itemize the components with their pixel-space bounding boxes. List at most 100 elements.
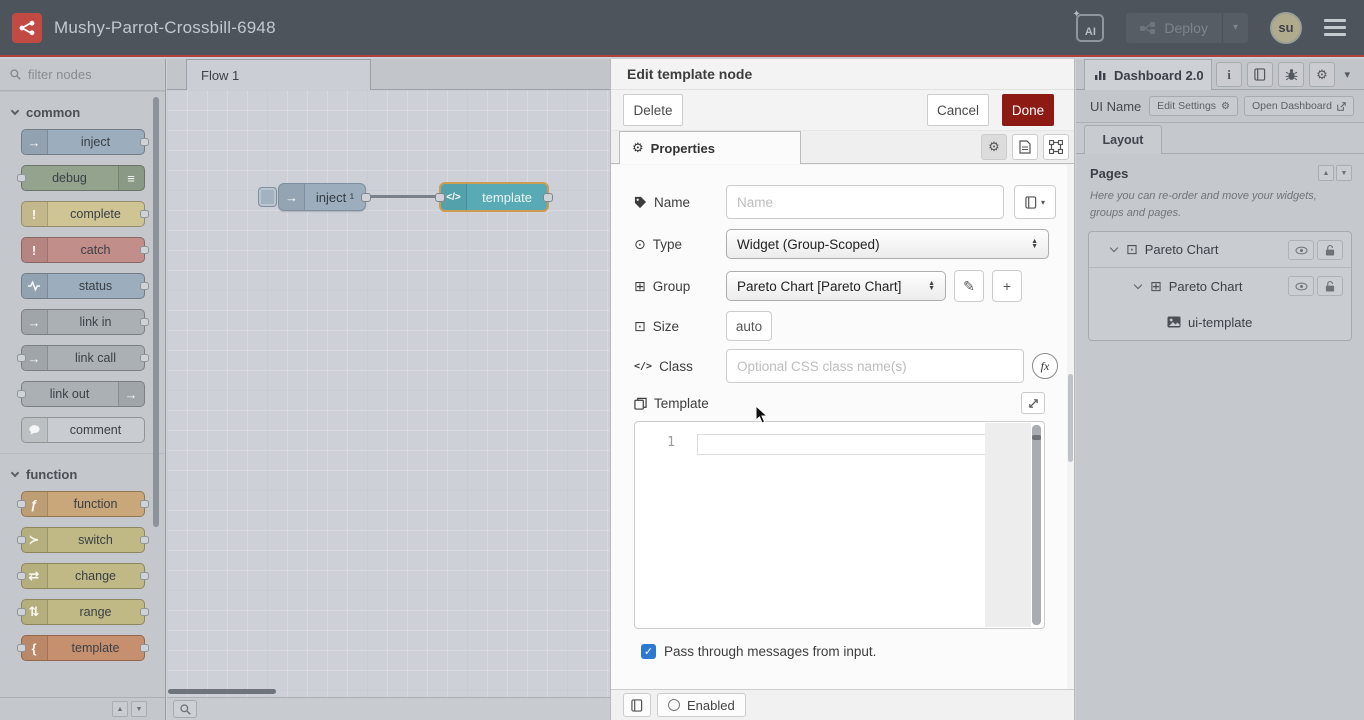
- search-icon: [10, 69, 21, 80]
- help-tab-button[interactable]: [1247, 62, 1273, 87]
- sparkle-icon: ✦: [1072, 9, 1080, 20]
- editor-active-line[interactable]: [697, 434, 995, 455]
- wire-inject-to-template[interactable]: [367, 195, 439, 198]
- flow-canvas[interactable]: → inject ¹ </> template: [167, 90, 610, 697]
- size-label: ⊡ Size: [634, 318, 726, 335]
- input-port[interactable]: [435, 193, 445, 202]
- palette-node-change[interactable]: ⇄ change: [21, 563, 145, 589]
- flow-workspace: Flow 1 → inject ¹ </> template: [167, 59, 610, 720]
- output-port[interactable]: [361, 193, 371, 202]
- collapse-all-button[interactable]: ▲: [1318, 165, 1334, 181]
- table-icon: ⊞: [634, 278, 646, 295]
- flow-tab-bar: Flow 1: [167, 59, 610, 90]
- dialog-scrollbar[interactable]: [1068, 374, 1073, 462]
- palette-expand-all-button[interactable]: ▼: [131, 701, 147, 717]
- palette-scrollbar[interactable]: [153, 97, 159, 527]
- deploy-button[interactable]: Deploy ▾: [1126, 13, 1248, 43]
- appearance-tab-button[interactable]: [1043, 134, 1069, 160]
- edit-group-button[interactable]: ✎: [954, 270, 984, 302]
- palette-node-function[interactable]: ƒ function: [21, 491, 145, 517]
- delete-button[interactable]: Delete: [623, 94, 683, 126]
- input-port: [17, 536, 26, 544]
- lock-button[interactable]: [1317, 276, 1343, 296]
- group-select[interactable]: Pareto Chart [Pareto Chart] ▲▼: [726, 271, 946, 301]
- deploy-options-caret[interactable]: ▾: [1222, 13, 1248, 43]
- app-header: Mushy-Parrot-Crossbill-6948 ✦ AI Deploy …: [0, 0, 1364, 57]
- tab-properties[interactable]: ⚙ Properties: [619, 131, 801, 164]
- output-port: [140, 210, 149, 218]
- palette-node-link-in[interactable]: → link in: [21, 309, 145, 335]
- description-tab-button[interactable]: [1012, 134, 1038, 160]
- output-port: [140, 282, 149, 290]
- book-icon: [631, 699, 643, 712]
- inject-icon: →: [279, 184, 305, 210]
- palette-node-inject[interactable]: → inject: [21, 129, 145, 155]
- palette-category-common[interactable]: common: [0, 91, 165, 129]
- expand-editor-button[interactable]: [1021, 392, 1045, 414]
- size-button[interactable]: auto: [726, 311, 772, 341]
- done-button[interactable]: Done: [1002, 94, 1054, 126]
- visibility-button[interactable]: [1288, 240, 1314, 260]
- env-var-button[interactable]: ▾: [1014, 185, 1056, 219]
- tree-row-widget-ui-template[interactable]: ui-template: [1089, 304, 1351, 340]
- output-port: [140, 318, 149, 326]
- main-menu-button[interactable]: [1324, 19, 1346, 36]
- config-tab-button[interactable]: ⚙: [1309, 62, 1335, 87]
- type-select[interactable]: Widget (Group-Scoped) ▲▼: [726, 229, 1049, 259]
- palette-node-status[interactable]: status: [21, 273, 145, 299]
- tab-layout[interactable]: Layout: [1084, 125, 1162, 154]
- info-tab-button[interactable]: i: [1216, 62, 1242, 87]
- inject-trigger-button[interactable]: [258, 187, 277, 207]
- pages-help-text: Here you can re-order and move your widg…: [1076, 185, 1364, 221]
- code-icon: </>: [634, 361, 652, 372]
- name-input[interactable]: [726, 185, 1004, 219]
- sidebar-options-caret[interactable]: ▾: [1344, 68, 1350, 81]
- cancel-button[interactable]: Cancel: [927, 94, 989, 126]
- dialog-tab-bar: ⚙ Properties ⚙: [611, 131, 1074, 164]
- palette-node-comment[interactable]: comment: [21, 417, 145, 443]
- edit-settings-button[interactable]: Edit Settings ⚙: [1149, 96, 1238, 116]
- palette-node-template[interactable]: { template: [21, 635, 145, 661]
- tab-dashboard-2[interactable]: Dashboard 2.0: [1084, 59, 1212, 90]
- output-port[interactable]: [543, 193, 553, 202]
- palette-node-debug[interactable]: ≡ debug: [21, 165, 145, 191]
- user-avatar[interactable]: su: [1270, 12, 1302, 44]
- tree-row-group-pareto-chart[interactable]: ⊞ Pareto Chart: [1089, 268, 1351, 304]
- flow-node-template-selected[interactable]: </> template: [439, 182, 549, 212]
- palette-node-range[interactable]: ⇅ range: [21, 599, 145, 625]
- info-icon: i: [1227, 67, 1231, 83]
- add-group-button[interactable]: +: [992, 270, 1022, 302]
- passthrough-checkbox[interactable]: ✓: [641, 644, 656, 659]
- node-help-button[interactable]: [623, 693, 651, 717]
- properties-tab-button[interactable]: ⚙: [981, 134, 1007, 160]
- image-icon: [1167, 316, 1181, 328]
- palette-node-link-out[interactable]: → link out: [21, 381, 145, 407]
- editor-line-number: 1: [635, 435, 675, 450]
- palette-node-catch[interactable]: ! catch: [21, 237, 145, 263]
- node-enabled-toggle[interactable]: Enabled: [657, 693, 746, 717]
- page-icon: ⊡: [1126, 241, 1138, 258]
- visibility-button[interactable]: [1288, 276, 1314, 296]
- ai-assistant-button[interactable]: ✦ AI: [1076, 14, 1104, 42]
- debug-tab-button[interactable]: [1278, 62, 1304, 87]
- class-input[interactable]: [726, 349, 1024, 383]
- palette-collapse-all-button[interactable]: ▲: [112, 701, 128, 717]
- template-code-editor[interactable]: 1: [634, 421, 1045, 629]
- flow-node-inject[interactable]: → inject ¹: [278, 183, 366, 211]
- open-dashboard-button[interactable]: Open Dashboard: [1244, 96, 1354, 116]
- palette-node-link-call[interactable]: → link call: [21, 345, 145, 371]
- lock-button[interactable]: [1317, 240, 1343, 260]
- canvas-horizontal-scrollbar[interactable]: [168, 689, 276, 694]
- editor-scrollbar[interactable]: [1032, 425, 1041, 625]
- fx-button[interactable]: fx: [1032, 353, 1058, 379]
- output-port: [140, 354, 149, 362]
- tab-flow-1[interactable]: Flow 1: [186, 59, 371, 90]
- palette-search[interactable]: filter nodes: [0, 59, 165, 91]
- palette-node-complete[interactable]: ! complete: [21, 201, 145, 227]
- palette-category-function[interactable]: function: [0, 453, 165, 491]
- tree-row-page-pareto-chart[interactable]: ⊡ Pareto Chart: [1089, 232, 1351, 268]
- deploy-icon: [1140, 22, 1156, 34]
- canvas-search-button[interactable]: [173, 700, 197, 718]
- palette-node-switch[interactable]: ≻ switch: [21, 527, 145, 553]
- expand-all-button[interactable]: ▼: [1336, 165, 1352, 181]
